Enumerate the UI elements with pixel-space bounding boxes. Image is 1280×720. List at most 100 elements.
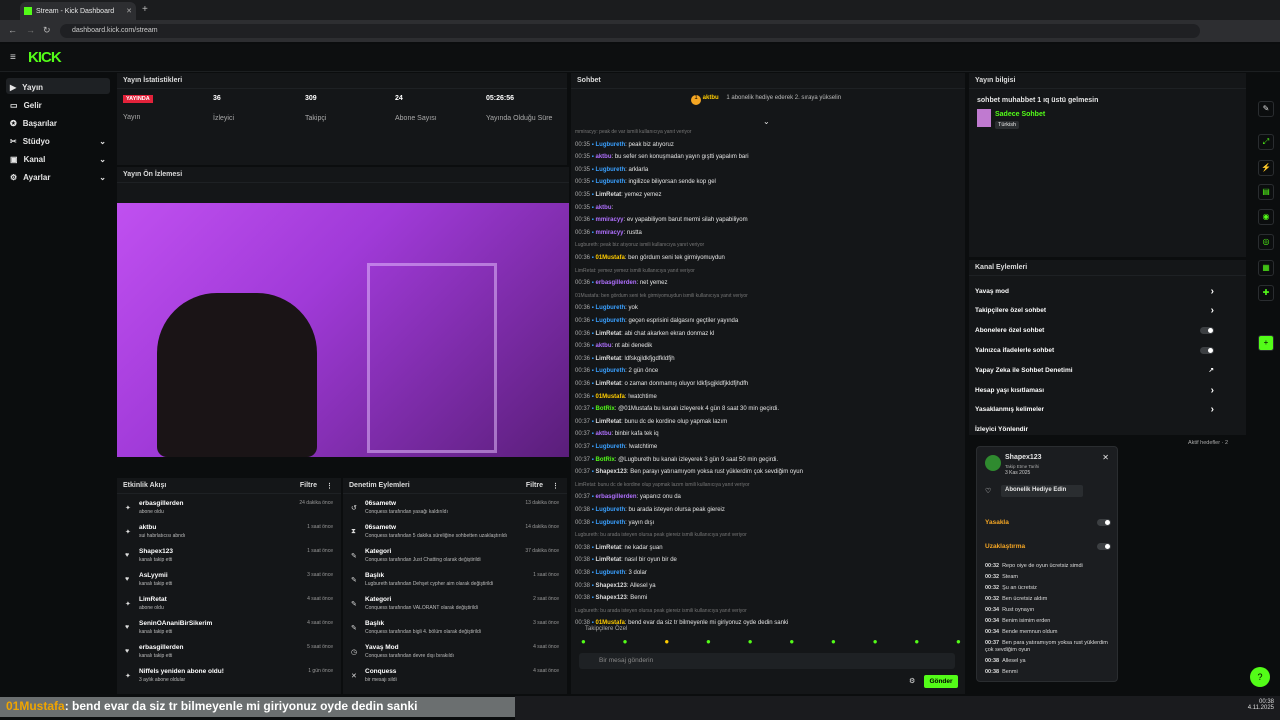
doc-icon[interactable]: ▤	[1258, 184, 1274, 200]
chat-user[interactable]: Shapex123	[595, 469, 626, 475]
browser-tab[interactable]: Stream - Kick Dashboard ✕	[20, 2, 136, 20]
chat-user[interactable]: aktbu	[595, 431, 611, 437]
sidebar-item-ayarlar[interactable]: ⚙ Ayarlar ⌄	[6, 168, 110, 184]
activity-item[interactable]: ♥ erbasgillerden kanalı takip etti 5 saat ö…	[125, 644, 333, 668]
moderation-item[interactable]: ✎ Başlık Lugbureth tarafından Dehşet cyphe…	[351, 572, 559, 596]
ban-toggle[interactable]	[1097, 519, 1111, 526]
more-icon[interactable]: ⋮	[326, 482, 333, 490]
chat-message[interactable]: 00:37 ▪ BotRix: @Lugbureth bu kanalı izl…	[575, 456, 961, 464]
chat-message[interactable]: LimRetat: bunu dc de kordine olup yapmak…	[575, 481, 961, 489]
chat-message[interactable]: 00:37 ▪ LimRetat: bunu dc de kordine olu…	[575, 418, 961, 426]
chat-message[interactable]: 00:38 ▪ LimRetat: nasıl bir oyun bir de	[575, 556, 961, 564]
chat-message[interactable]: 00:36 ▪ Lugbureth: geçen esprisini dalga…	[575, 317, 961, 325]
sidebar-item-studyo[interactable]: ✂ Stüdyo ⌄	[6, 132, 110, 148]
chat-message[interactable]: 00:36 ▪ aktbu: nt abi denedik	[575, 342, 961, 350]
moderation-item[interactable]: ✎ Kategori Conquess tarafından VALORANT ol…	[351, 596, 559, 620]
toggle-switch[interactable]	[1200, 327, 1214, 335]
chat-message[interactable]: 00:36 ▪ 01Mustafa: !watchtime	[575, 393, 961, 401]
chat-message[interactable]: 00:38 ▪ Lugbureth: bu arada isteyen olur…	[575, 506, 961, 514]
chat-user[interactable]: LimRetat	[595, 419, 621, 425]
sidebar-item-yayin[interactable]: ▶ Yayın	[6, 78, 110, 94]
chat-user[interactable]: LimRetat	[595, 331, 621, 337]
chat-user[interactable]: 01Mustafa	[595, 394, 624, 400]
chat-user[interactable]: erbasgillerden	[595, 280, 636, 286]
help-bubble-icon[interactable]: ?	[1250, 667, 1270, 687]
chat-message[interactable]: 00:37 ▪ aktbu: binbir kafa tek iq	[575, 430, 961, 438]
sidebar-item-kanal[interactable]: ▣ Kanal ⌄	[6, 150, 110, 166]
bolt-icon[interactable]: ⚡	[1258, 160, 1274, 176]
chat-message[interactable]: 00:36 ▪ Lugbureth: 2 gün önce	[575, 367, 961, 375]
channel-action-item[interactable]: Yasaklanmış kelimeler ›	[975, 401, 1214, 419]
chat-message[interactable]: Lugbureth: bu arada isteyen olursa peak …	[575, 607, 961, 615]
chat-user[interactable]: LimRetat	[595, 192, 621, 198]
chat-message[interactable]: 00:37 ▪ Lugbureth: !watchtime	[575, 443, 961, 451]
chat-user[interactable]: Lugbureth	[595, 167, 625, 173]
chat-user[interactable]: Shapex123	[595, 595, 626, 601]
new-tab-icon[interactable]: +	[142, 4, 148, 15]
channel-action-item[interactable]: Yalnızca ifadelerle sohbet	[975, 341, 1214, 359]
moderation-item[interactable]: ↺ 06sametw Conquess tarafından yasağı kald…	[351, 500, 559, 524]
chat-user[interactable]: 01Mustafa	[595, 255, 624, 261]
chat-message[interactable]: 00:35 ▪ aktbu: bu sefer sen konuşmadan y…	[575, 153, 961, 161]
chat-user[interactable]: BotRix	[595, 406, 614, 412]
chat-user[interactable]: aktbu	[595, 205, 611, 211]
chat-user[interactable]: LimRetat	[595, 545, 621, 551]
reload-icon[interactable]: ↻	[43, 25, 51, 36]
chat-message[interactable]: 00:35 ▪ LimRetat: yemez yemez	[575, 191, 961, 199]
channel-action-item[interactable]: İzleyici Yönlendir	[975, 421, 1214, 439]
close-icon[interactable]: ✕	[1102, 453, 1109, 462]
chat-user[interactable]: LimRetat	[595, 356, 621, 362]
chat-message[interactable]: mmiracyy: peak de var ismili kullanıcıya…	[575, 128, 961, 136]
chat-user[interactable]: Lugbureth	[595, 570, 625, 576]
gift-sub-button[interactable]: Abonelik Hediye Edin	[1001, 485, 1083, 497]
chat-message[interactable]: 00:38 ▪ Lugbureth: 3 dolar	[575, 569, 961, 577]
send-button[interactable]: Gönder	[924, 675, 958, 688]
activity-item[interactable]: ✦ Niffels yeniden abone oldu! 3 aylık abon…	[125, 668, 333, 692]
moderation-item[interactable]: ⧗ 06sametw Conquess tarafından 5 dakika sü…	[351, 524, 559, 548]
expand-icon[interactable]: ⤢	[1258, 134, 1274, 150]
chat-message[interactable]: Lugbureth: peak biz atıyoruz ismili kull…	[575, 241, 961, 249]
chat-message[interactable]: 00:38 ▪ Shapex123: Benmi	[575, 594, 961, 602]
chat-message[interactable]: 00:36 ▪ mmiracyy: rustta	[575, 229, 961, 237]
heart-icon[interactable]: ♡	[985, 487, 991, 495]
chat-message[interactable]: 00:36 ▪ 01Mustafa: ben gördum seni tek g…	[575, 254, 961, 262]
chat-message[interactable]: 01Mustafa: ben gördum seni tek girmiyomu…	[575, 292, 961, 300]
chat-user[interactable]: Lugbureth	[595, 318, 625, 324]
activity-item[interactable]: ♥ Shapex123 kanalı takip etti 1 saat önce	[125, 548, 333, 572]
chat-user[interactable]: mmiracyy	[595, 230, 623, 236]
chat-user[interactable]: Lugbureth	[595, 520, 625, 526]
moderation-item[interactable]: ✎ Başlık Conquess tarafından bigli 4. bölü…	[351, 620, 559, 644]
url-input[interactable]: dashboard.kick.com/stream	[60, 24, 1200, 38]
chat-user[interactable]: aktbu	[595, 154, 611, 160]
kick-logo[interactable]: KICK	[28, 49, 62, 66]
chat-message[interactable]: 00:36 ▪ LimRetat: ldfskgjldkfjgdfkldfjh	[575, 355, 961, 363]
chat-icon[interactable]: ◉	[1258, 209, 1274, 225]
chat-message[interactable]: 00:38 ▪ Shapex123: Allesel ya	[575, 582, 961, 590]
sidebar-item-basarilar[interactable]: ✪ Başarılar	[6, 114, 110, 130]
chat-user[interactable]: aktbu	[595, 343, 611, 349]
channel-action-item[interactable]: Takipçilere özel sohbet ›	[975, 302, 1214, 320]
chat-message[interactable]: 00:37 ▪ BotRix: @01Mustafa bu kanalı izl…	[575, 405, 961, 413]
more-icon[interactable]: ⋮	[552, 482, 559, 490]
chat-message[interactable]: 00:36 ▪ erbasgillerden: net yemez	[575, 279, 961, 287]
forward-icon[interactable]: →	[26, 25, 35, 35]
chat-message[interactable]: 00:36 ▪ mmiracyy: ev yapabiliyom barut m…	[575, 216, 961, 224]
grid-icon[interactable]: ▦	[1258, 260, 1274, 276]
chat-user[interactable]: Lugbureth	[595, 368, 625, 374]
chat-user[interactable]: LimRetat	[595, 557, 621, 563]
moderation-item[interactable]: ◷ Yavaş Mod Conquess tarafından devre dışı…	[351, 644, 559, 668]
settings-gear-icon[interactable]: ⚙	[909, 677, 915, 685]
channel-action-item[interactable]: Yavaş mod ›	[975, 282, 1214, 300]
chat-user[interactable]: BotRix	[595, 457, 614, 463]
chat-message[interactable]: 00:38 ▪ 01Mustafa: bend evar da siz tr b…	[575, 619, 961, 627]
edit-icon[interactable]: ✎	[1258, 101, 1274, 117]
chat-message[interactable]: 00:38 ▪ LimRetat: ne kadar şuan	[575, 544, 961, 552]
menu-icon[interactable]: ≡	[10, 52, 16, 63]
close-tab-icon[interactable]: ✕	[126, 7, 132, 15]
chat-message[interactable]: 00:36 ▪ LimRetat: abi chat akarken ekran…	[575, 330, 961, 338]
chat-user[interactable]: erbasgillerden	[595, 494, 636, 500]
chat-user[interactable]: Lugbureth	[595, 179, 625, 185]
chevron-down-icon[interactable]: ⌄	[763, 117, 770, 126]
chat-message[interactable]: 00:37 ▪ erbasgillerden: yapanız onu da	[575, 493, 961, 501]
activity-item[interactable]: ♥ AsLyymii kanalı takip etti 3 saat önce	[125, 572, 333, 596]
